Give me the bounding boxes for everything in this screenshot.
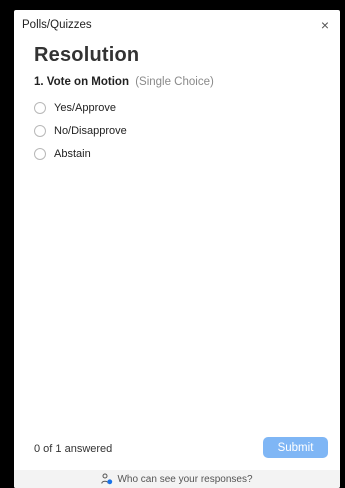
- option-label: No/Disapprove: [54, 124, 127, 137]
- question-type: (Single Choice): [135, 76, 214, 88]
- poll-title: Resolution: [34, 44, 140, 66]
- radio-button[interactable]: [34, 147, 46, 160]
- close-icon: ×: [320, 17, 330, 33]
- question-label: 1. Vote on Motion: [34, 76, 129, 88]
- people-icon: [101, 473, 113, 485]
- option-abstain[interactable]: Abstain: [34, 142, 324, 165]
- option-label: Yes/Approve: [54, 101, 116, 114]
- question-text: 1. Vote on Motion (Single Choice): [34, 76, 214, 88]
- visibility-link[interactable]: Who can see your responses?: [14, 470, 340, 488]
- option-label: Abstain: [54, 147, 91, 160]
- option-no-disapprove[interactable]: No/Disapprove: [34, 119, 324, 142]
- answer-options: Yes/Approve No/Disapprove Abstain: [34, 96, 324, 165]
- polls-window: Polls/Quizzes × Resolution 1. Vote on Mo…: [14, 10, 340, 488]
- title-bar: Polls/Quizzes ×: [14, 10, 340, 36]
- close-button[interactable]: ×: [318, 18, 332, 32]
- answered-status: 0 of 1 answered: [34, 443, 113, 455]
- visibility-link-label: Who can see your responses?: [117, 473, 253, 485]
- radio-button[interactable]: [34, 101, 46, 114]
- window-title: Polls/Quizzes: [22, 19, 92, 31]
- radio-button[interactable]: [34, 124, 46, 137]
- submit-button[interactable]: Submit: [263, 437, 328, 458]
- option-yes-approve[interactable]: Yes/Approve: [34, 96, 324, 119]
